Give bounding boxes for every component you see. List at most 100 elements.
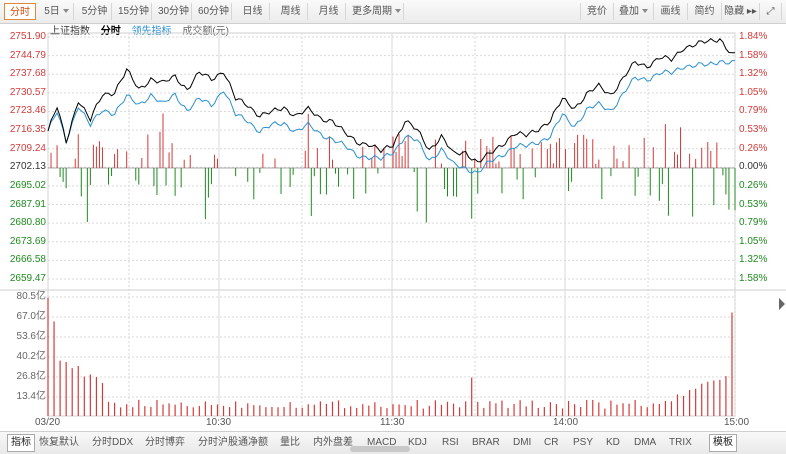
volume-tick-label: 80.5亿 [16,291,46,302]
period-tab-label: 周线 [280,6,301,17]
period-tab-9[interactable]: 更多周期 [350,3,404,20]
indicator-tab-14[interactable]: KD [606,435,620,451]
indicator-tab-8[interactable]: KDJ [408,435,427,451]
period-tab-1[interactable]: 5日 [40,3,74,20]
indicator-tab-15[interactable]: DMA [634,435,656,451]
price-tick-label: 2673.69 [9,235,46,247]
price-tick-label: 2723.46 [9,105,46,117]
plot-frame [47,32,736,417]
period-tab-3[interactable]: 15分钟 [116,3,152,20]
indicator-tab-4[interactable]: 分时沪股通净额 [198,435,268,451]
volume-label: 成交额(元) [182,26,230,37]
toolbar-right-label: 简约 [694,6,715,17]
period-tab-label: 5分钟 [81,6,108,17]
price-tick-label: 2687.91 [9,198,46,210]
toolbar-right-label: ⤢ [766,6,775,17]
indicator-tab-9[interactable]: RSI [442,435,459,451]
indicator-tab-0[interactable]: 指标 [7,434,35,452]
period-tab-2[interactable]: 5分钟 [78,3,112,20]
indicator-tab-10[interactable]: BRAR [472,435,500,451]
period-tab-6[interactable]: 日线 [236,3,270,20]
index-name: 上证指数 [50,26,90,37]
price-tick-label: 2659.47 [9,273,46,284]
period-toolbar: 分时 5日 5分钟 15分钟 30分钟 60分钟 日线 周线 月线 更多周期 竞价 叠加 画线 简约 隐藏… [0,0,786,24]
period-tab-label: 日线 [242,6,263,17]
indicator-tab-17[interactable]: 模板 [709,434,737,452]
volume-tick-label: 67.0亿 [16,311,46,322]
price-tick-label: 2680.80 [9,217,46,229]
lead-line [47,60,735,174]
x-tick-label: 15:00 [724,417,750,428]
period-tab-7[interactable]: 周线 [274,3,308,20]
period-tab-0[interactable]: 分时 [4,3,36,20]
indicator-tab-2[interactable]: 分时DDX [92,435,133,451]
period-tab-label: 5日 [44,6,60,17]
x-tick-label: 14:00 [553,417,579,428]
period-tab-label: 60分钟 [197,6,230,17]
price-tick-label: 2709.24 [9,142,46,154]
pct-tick-label: 1.32% [739,68,768,80]
indicator-tab-1[interactable]: 恢复默认 [39,435,79,451]
chevron-down-icon [395,9,401,14]
scrollbar-thumb[interactable] [350,446,410,452]
period-tab-label: 15分钟 [117,6,150,17]
chevron-down-icon [642,9,648,14]
x-tick-label: 10:30 [206,417,232,428]
indicator-tab-6[interactable]: 内外盘差 [313,435,353,451]
x-tick-label: 03/20 [35,417,61,428]
volume-tick-label: 13.4亿 [16,391,46,402]
pct-tick-label: 0.26% [739,142,768,154]
toolbar-right-3[interactable]: 简约 [688,3,722,20]
indicator-tab-16[interactable]: TRIX [669,435,692,451]
pct-tick-label: 1.05% [739,86,768,98]
chevron-down-icon [62,9,69,14]
indicator-tab-13[interactable]: PSY [573,435,593,451]
toolbar-right-label: 隐藏 ▸▸ [724,6,757,17]
period-tab-8[interactable]: 月线 [312,3,346,20]
price-line [47,37,735,163]
pct-tick-label: 0.53% [739,124,768,136]
volume-tick-label: 26.8亿 [16,371,46,382]
price-tick-label: 2702.13 [9,161,46,173]
price-tick-label: 2666.58 [9,254,46,266]
pct-tick-label: 0.79% [739,105,768,117]
pct-tick-label: 1.58% [739,49,768,61]
toolbar-right-5[interactable]: ⤢ [760,3,782,20]
period-tab-5[interactable]: 60分钟 [196,3,232,20]
toolbar-right-4[interactable]: 隐藏 ▸▸ [722,3,760,20]
price-tick-label: 2744.79 [9,49,46,61]
mode-label: 分时 [100,26,121,37]
toolbar-right-label: 叠加 [619,6,639,17]
intraday-chart[interactable] [0,0,786,454]
pct-tick-label: 0.26% [739,179,768,191]
indicator-tab-11[interactable]: DMI [513,435,531,451]
indicator-tab-12[interactable]: CR [544,435,558,451]
pct-tick-label: 1.05% [739,235,768,247]
price-tick-label: 2730.57 [9,86,46,98]
price-tick-label: 2695.02 [9,179,46,191]
price-tick-label: 2737.68 [9,68,46,80]
pct-tick-label: 0.53% [739,198,768,210]
toolbar-right-label: 竞价 [587,6,607,17]
volume-tick-label: 40.2亿 [16,351,46,362]
chart-legend: 上证指数 分时 领先指标 成交额(元) [50,25,237,39]
toolbar-right-1[interactable]: 叠加 [614,3,654,20]
pct-tick-label: 1.84% [739,31,768,42]
price-tick-label: 2751.90 [9,31,46,42]
pct-tick-label: 0.00% [739,161,768,173]
pct-tick-label: 1.32% [739,254,768,266]
period-tab-label: 30分钟 [157,6,190,17]
expand-arrow-icon[interactable] [779,298,785,310]
x-tick-label: 11:30 [380,417,405,428]
volume-tick-label: 53.6亿 [16,331,46,342]
toolbar-right-label: 画线 [660,6,681,17]
period-tab-label: 月线 [318,6,339,17]
period-tab-4[interactable]: 30分钟 [156,3,192,20]
pct-tick-label: 1.58% [739,273,768,284]
indicator-tab-3[interactable]: 分时博弈 [145,435,185,451]
period-tab-label: 分时 [10,7,30,18]
lead-indicator-label[interactable]: 领先指标 [132,26,172,37]
toolbar-right-2[interactable]: 画线 [654,3,688,20]
toolbar-right-0[interactable]: 竞价 [580,3,614,20]
indicator-tab-5[interactable]: 量比 [280,435,300,451]
